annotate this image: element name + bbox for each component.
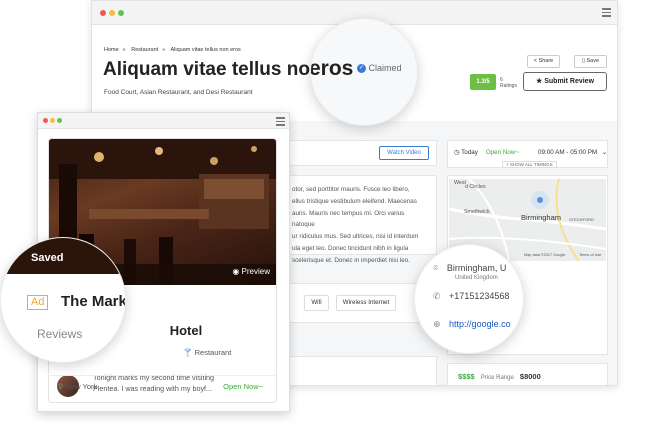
price-value: $8000 (519, 372, 541, 381)
hours-value: 09:00 AM - 05:00 PM ⌄ (538, 149, 607, 156)
map-pin-icon: ⌾ (433, 263, 441, 273)
window-titlebar (38, 113, 289, 129)
claimed-badge: ✓ Claimed (357, 63, 402, 74)
description-line: otor, sed porttitor mauris. Fusce leo li… (292, 186, 410, 193)
open-now-status: Open Now~ (223, 382, 263, 391)
price-symbols: $$$$ (458, 372, 475, 381)
category-label: Restaurant (194, 348, 232, 357)
address-row: ⌾ Birmingham, U (433, 263, 506, 274)
listing-description: otor, sed porttitor mauris. Fusce leo li… (292, 184, 428, 267)
preview-label: Preview (241, 267, 270, 276)
location-label: New York (65, 382, 98, 391)
breadcrumb: Home» Restaurant» Aliquam vitae tellus n… (104, 47, 241, 53)
hamburger-menu-icon[interactable] (276, 117, 285, 126)
description-line: auris. Mauris nec tempus mi. Orci varius… (292, 209, 405, 229)
category-row: 🍸︎ Restaurant (183, 348, 231, 357)
saved-label: Saved (31, 252, 64, 264)
description-line: ur ridiculus mus. Sed ultrices, nisi id … (292, 233, 419, 241)
today-hours-row: ◷ Today Open Now~ (454, 149, 519, 156)
breadcrumb-home[interactable]: Home (104, 47, 119, 53)
map-label-birmingham: Birmingham (521, 213, 562, 222)
claimed-label: Claimed (368, 63, 402, 73)
rating-badge: 1.3/5 (470, 74, 496, 90)
breadcrumb-current: Aliquam vitae tellus non eros (170, 47, 241, 53)
magnifier-claimed: eros ✓ Claimed (310, 18, 418, 126)
location-row: ⚲ New York (58, 382, 97, 391)
price-range-row: $$$$ Price Range $8000 (458, 372, 541, 381)
preview-button[interactable]: ◉ Preview (232, 267, 270, 276)
map-copyright: Map data ©2017 Google (524, 253, 566, 257)
globe-icon: ⊕ (433, 319, 444, 329)
share-label: Share (538, 58, 554, 64)
minimize-dot[interactable] (50, 118, 55, 123)
map-label-circles: d Circles (465, 184, 486, 190)
hotel-name[interactable]: The Mark Hotel (61, 293, 125, 310)
hotel-name-tail: The Mark Hotel (169, 323, 203, 338)
ad-badge: Ad (27, 295, 49, 310)
amenity-wifi: Wifi (304, 295, 329, 311)
title-zoom: eros (310, 57, 354, 80)
breadcrumb-restaurant[interactable]: Restaurant (131, 47, 158, 53)
map-label-smethwick: Smethwick (464, 209, 490, 215)
map-label-stechford: STECHFORD (569, 217, 594, 222)
save-button[interactable]: ▯ Save (574, 55, 607, 68)
photo-zoom (1, 238, 125, 274)
ratings-label: Ratings (500, 83, 517, 89)
amenity-wireless-internet: Wireless Internet (336, 295, 396, 311)
price-range-label: Price Range (480, 375, 514, 381)
address-text: Birmingham, U (446, 263, 507, 273)
reviews-label: Reviews (37, 327, 83, 341)
description-line: ellus tristique vestibulum eleifend. Mae… (292, 197, 417, 205)
hours-text: 09:00 AM - 05:00 PM (538, 149, 598, 156)
saved-indicator[interactable]: Saved (31, 252, 63, 264)
verified-check-icon: ✓ (357, 64, 366, 74)
magnifier-contact: ⌾ Birmingham, U United Kingdom ✆ +171512… (414, 244, 524, 354)
phone-icon: ✆ (433, 291, 444, 301)
show-all-timings-button[interactable]: + SHOW ALL TIMINGS (502, 161, 557, 168)
open-now-status: Open Now~ (485, 149, 520, 156)
minimize-dot[interactable] (109, 10, 115, 16)
chevron-down-icon[interactable]: ⌄ (602, 149, 607, 156)
ratings-count: 6 Ratings (500, 77, 517, 89)
phone-row[interactable]: ✆ +17151234568 (433, 291, 509, 302)
close-dot[interactable] (100, 10, 106, 16)
submit-review-label: Submit Review (544, 78, 595, 85)
close-dot[interactable] (43, 118, 48, 123)
map-terms-link[interactable]: Terms of Use (579, 253, 601, 257)
star-icon: ★ (535, 78, 545, 85)
phone-text: +17151234568 (449, 291, 510, 301)
website-row[interactable]: ⊕ http://google.co (433, 319, 511, 330)
description-line: ula eget leo. Donec tincidunt nibh in li… (292, 244, 409, 252)
hamburger-menu-icon[interactable] (602, 8, 611, 17)
website-link[interactable]: http://google.co (449, 319, 511, 329)
magnifier-card-title: Saved Ad The Mark Hotel Reviews (0, 237, 126, 363)
maximize-dot[interactable] (118, 10, 124, 16)
save-label: Save (586, 58, 600, 64)
listing-title: Aliquam vitae tellus non (103, 59, 322, 80)
map-pin-icon: ⚲ (58, 382, 66, 391)
today-label: Today (461, 149, 478, 156)
card-footer: ⚲ New York Open Now~ (48, 375, 277, 397)
address-country: United Kingdom (455, 275, 498, 281)
eye-icon: ◉ (232, 267, 242, 276)
listing-categories: Food Court, Asian Restaurant, and Desi R… (104, 89, 253, 96)
share-button[interactable]: < Share (527, 55, 560, 68)
submit-review-button[interactable]: ★ Submit Review (523, 72, 607, 91)
cocktail-icon: 🍸︎ (183, 348, 195, 357)
maximize-dot[interactable] (57, 118, 62, 123)
description-line: scelerisque et. Donec in imperdiet nisi … (292, 256, 410, 264)
watch-video-button[interactable]: Watch Video (379, 146, 429, 160)
reviews-panel (282, 356, 437, 385)
